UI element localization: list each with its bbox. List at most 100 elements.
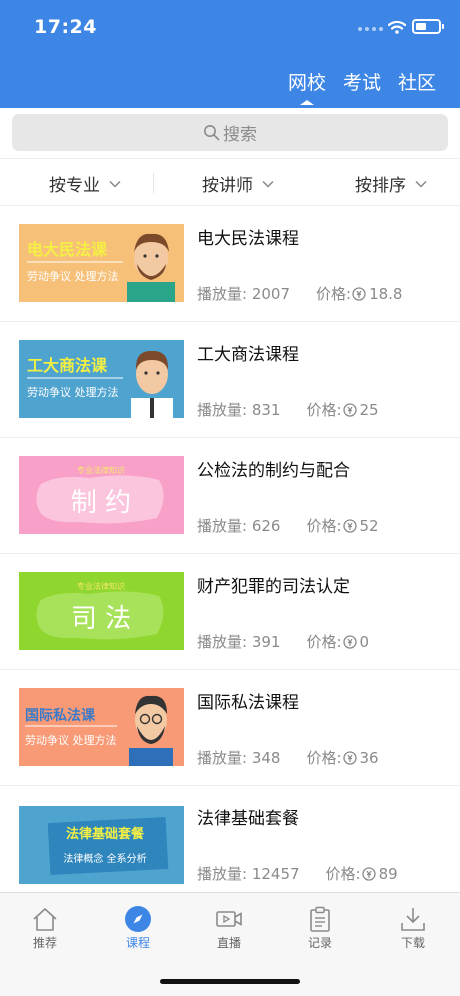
tabbar-label: 课程	[125, 936, 150, 950]
coin-icon	[352, 286, 366, 301]
thumb-subtitle: 法律概念 全系分析	[63, 852, 146, 865]
price-label: 价格:	[325, 865, 361, 883]
filter-major[interactable]: 按专业	[49, 171, 121, 196]
course-thumbnail: 专业法律知识 制 约	[19, 456, 184, 534]
course-item[interactable]: 工大商法课 劳动争议 处理方法 工大商法课程 播放量: 831 价格: 25	[0, 322, 460, 438]
course-meta: 播放量: 831 价格: 25	[197, 399, 379, 420]
battery-icon	[412, 19, 444, 34]
tab-wangxiao[interactable]: 网校	[288, 68, 326, 105]
course-item[interactable]: 国际私法课 劳动争议 处理方法 国际私法课程 播放量: 348 价格: 36	[0, 670, 460, 786]
tab-kaoshi[interactable]: 考试	[343, 68, 381, 105]
tab-shequ[interactable]: 社区	[398, 68, 436, 105]
search-placeholder: 搜索	[223, 125, 257, 145]
clipboard-icon	[310, 906, 330, 932]
course-meta: 播放量: 2007 价格: 18.8	[197, 283, 402, 304]
course-list: 电大民法课 劳动争议 处理方法 电大民法课程 播放量: 2007 价格: 18.…	[0, 206, 460, 892]
course-thumbnail: 国际私法课 劳动争议 处理方法	[19, 688, 184, 766]
filter-major-label: 按专业	[49, 176, 100, 196]
thumb-subtitle: 劳动争议 处理方法	[27, 385, 119, 399]
course-thumbnail: 专业法律知识 司 法	[19, 572, 184, 650]
thumb-subtitle: 专业法律知识	[77, 465, 125, 475]
search-bar: 搜索	[0, 108, 460, 158]
thumb-subtitle: 劳动争议 处理方法	[27, 269, 119, 283]
course-price: 价格: 18.8	[316, 283, 402, 304]
price-value: 0	[359, 632, 370, 651]
thumb-title: 制 约	[71, 488, 131, 518]
filter-teacher[interactable]: 按讲师	[202, 171, 274, 196]
course-plays: 播放量: 391	[197, 633, 281, 651]
coin-icon	[342, 402, 357, 417]
signal-icon	[358, 27, 383, 31]
tabbar-item-records[interactable]: 记录	[290, 905, 350, 951]
tabbar-item-recommend[interactable]: 推荐	[15, 905, 75, 951]
thumb-title: 工大商法课	[27, 356, 108, 375]
filter-sort[interactable]: 按排序	[355, 171, 427, 196]
course-plays: 播放量: 626	[197, 517, 281, 535]
coin-icon	[361, 866, 376, 881]
chevron-down-icon	[415, 180, 427, 188]
course-item[interactable]: 专业法律知识 司 法 财产犯罪的司法认定 播放量: 391 价格: 0	[0, 554, 460, 670]
course-item[interactable]: 专业法律知识 制 约 公检法的制约与配合 播放量: 626 价格: 52	[0, 438, 460, 554]
download-icon	[401, 908, 425, 931]
course-plays: 播放量: 2007	[197, 285, 290, 303]
search-icon	[204, 125, 220, 141]
coin-icon	[342, 634, 357, 649]
price-label: 价格:	[306, 749, 342, 767]
course-thumbnail: 工大商法课 劳动争议 处理方法	[19, 340, 184, 418]
course-meta: 播放量: 348 价格: 36	[197, 747, 379, 768]
course-price: 价格: 25	[306, 399, 378, 420]
wifi-icon	[388, 20, 406, 34]
course-meta: 播放量: 12457 价格: 89	[197, 863, 398, 884]
tabbar-label: 记录	[307, 936, 332, 950]
price-label: 价格:	[316, 285, 352, 303]
status-time: 17:24	[34, 16, 97, 38]
course-title: 电大民法课程	[197, 229, 299, 249]
price-value: 89	[378, 864, 398, 883]
price-value: 18.8	[369, 284, 403, 303]
thumb-title: 国际私法课	[25, 707, 96, 724]
video-icon	[216, 911, 242, 927]
price-label: 价格:	[306, 401, 342, 419]
compass-icon	[125, 906, 151, 932]
price-value: 25	[359, 400, 379, 419]
course-price: 价格: 52	[306, 515, 378, 536]
course-plays: 播放量: 348	[197, 749, 281, 767]
filter-teacher-label: 按讲师	[202, 176, 253, 196]
thumb-title: 司 法	[71, 604, 131, 634]
coin-icon	[342, 750, 357, 765]
thumb-title: 法律基础套餐	[66, 826, 145, 842]
tabbar-label: 推荐	[32, 936, 57, 950]
course-meta: 播放量: 626 价格: 52	[197, 515, 379, 536]
home-indicator	[160, 979, 300, 984]
course-price: 价格: 89	[326, 863, 398, 884]
price-label: 价格:	[306, 633, 342, 651]
home-icon	[33, 908, 57, 931]
coin-icon	[342, 518, 357, 533]
chevron-down-icon	[262, 180, 274, 188]
price-label: 价格:	[306, 517, 342, 535]
tabbar-item-live[interactable]: 直播	[199, 905, 259, 951]
course-item[interactable]: 法律基础套餐 法律概念 全系分析 法律基础套餐 播放量: 12457 价格: 8…	[0, 786, 460, 892]
course-title: 公检法的制约与配合	[197, 461, 350, 481]
course-thumbnail: 电大民法课 劳动争议 处理方法	[19, 224, 184, 302]
course-plays: 播放量: 12457	[197, 865, 300, 883]
header-tabs: 网校 考试 社区	[288, 68, 436, 105]
chevron-down-icon	[109, 180, 121, 188]
price-value: 36	[359, 748, 379, 767]
course-item[interactable]: 电大民法课 劳动争议 处理方法 电大民法课程 播放量: 2007 价格: 18.…	[0, 206, 460, 322]
thumb-subtitle: 劳动争议 处理方法	[25, 733, 117, 747]
thumb-title: 电大民法课	[27, 240, 108, 259]
tabbar-label: 下载	[400, 936, 425, 950]
course-plays: 播放量: 831	[197, 401, 281, 419]
filter-sort-label: 按排序	[355, 176, 406, 196]
thumb-subtitle: 专业法律知识	[77, 581, 125, 591]
filter-bar: 按专业 按讲师 按排序	[0, 158, 460, 206]
tabbar-item-download[interactable]: 下载	[383, 905, 443, 951]
search-input[interactable]: 搜索	[12, 114, 448, 151]
price-value: 52	[359, 516, 379, 535]
app-header: 17:24 网校 考试 社区	[0, 0, 460, 108]
course-title: 国际私法课程	[197, 693, 299, 713]
tabbar-label: 直播	[216, 936, 241, 950]
tabbar-item-courses[interactable]: 课程	[108, 905, 168, 951]
course-title: 法律基础套餐	[197, 809, 299, 829]
